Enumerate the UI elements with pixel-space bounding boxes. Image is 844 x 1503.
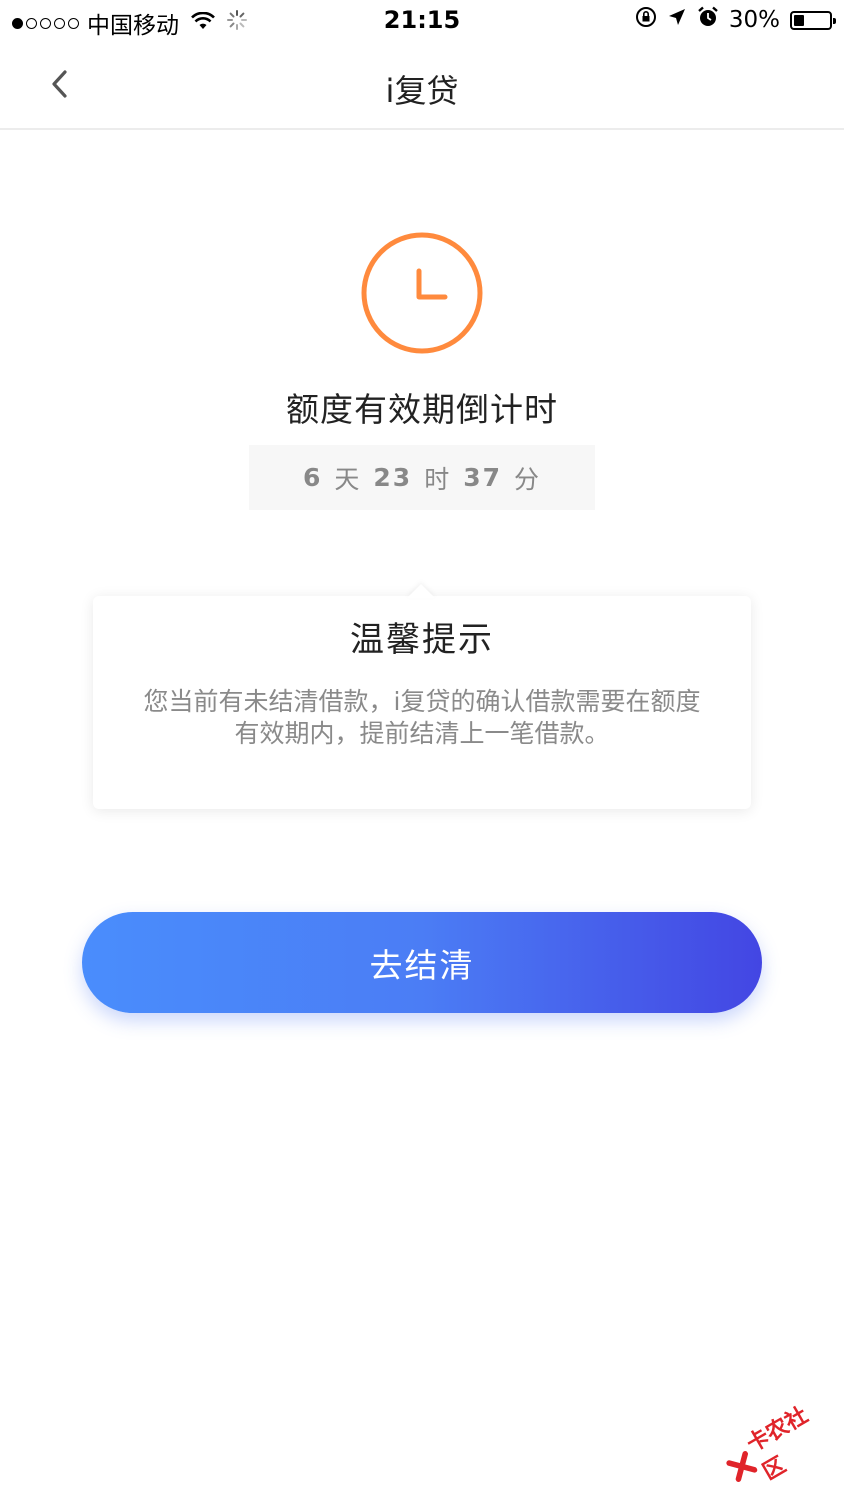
clock-icon xyxy=(360,231,484,355)
signal-strength-icon xyxy=(12,17,79,29)
chevron-left-icon xyxy=(52,70,67,98)
wifi-icon xyxy=(191,10,215,36)
tip-title: 温馨提示 xyxy=(350,620,494,660)
countdown-days-unit: 天 xyxy=(334,464,362,494)
tip-pointer xyxy=(407,584,435,598)
nav-bar: i复贷 xyxy=(0,44,844,130)
tip-card: 温馨提示 您当前有未结清借款，i复贷的确认借款需要在额度 有效期内，提前结清上一… xyxy=(93,596,751,809)
back-button[interactable] xyxy=(40,64,80,104)
countdown-headline: 额度有效期倒计时 xyxy=(286,390,558,429)
countdown-hours-unit: 时 xyxy=(424,464,452,494)
countdown-hours: 23 xyxy=(373,463,413,492)
location-arrow-icon xyxy=(667,7,687,33)
tip-body-line-1: 您当前有未结清借款，i复贷的确认借款需要在额度 xyxy=(143,687,701,716)
page-title: i复贷 xyxy=(385,72,459,110)
settle-button[interactable]: 去结清 xyxy=(82,912,762,1013)
tip-body: 您当前有未结清借款，i复贷的确认借款需要在额度 有效期内，提前结清上一笔借款。 xyxy=(117,686,727,750)
carrier-name: 中国移动 xyxy=(87,13,179,39)
status-bar: 中国移动 21:15 30% xyxy=(0,0,844,44)
status-left: 中国移动 xyxy=(12,6,259,40)
status-right: 30% xyxy=(635,6,836,34)
rotation-lock-icon xyxy=(635,6,657,34)
countdown-days: 6 xyxy=(302,463,323,492)
loading-spinner-icon xyxy=(227,10,247,36)
tip-body-line-2: 有效期内，提前结清上一笔借款。 xyxy=(234,719,610,748)
battery-percentage: 30% xyxy=(728,7,780,33)
battery-icon xyxy=(790,10,836,30)
countdown-minutes: 37 xyxy=(463,463,502,492)
watermark-logo: 卡农社区 xyxy=(714,1387,844,1503)
alarm-clock-icon xyxy=(697,6,719,34)
countdown-minutes-unit: 分 xyxy=(514,464,542,494)
countdown-display: 6 天 23 时 37 分 xyxy=(249,445,595,510)
